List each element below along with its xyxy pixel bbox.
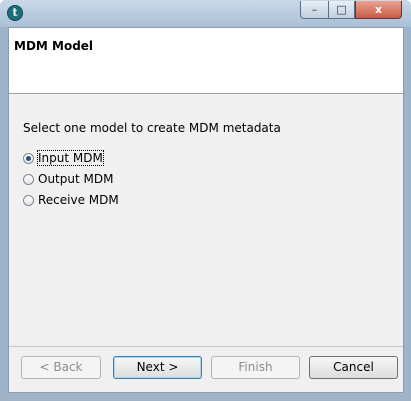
maximize-button[interactable]: □ <box>328 1 355 19</box>
next-button[interactable]: Next > <box>113 356 202 379</box>
app-icon: t <box>7 5 23 21</box>
radio-label[interactable]: Input MDM <box>37 150 104 166</box>
radio-label[interactable]: Receive MDM <box>38 193 119 207</box>
wizard-client-area: MDM Model Select one model to create MDM… <box>8 27 404 393</box>
radio-button[interactable] <box>23 194 34 206</box>
finish-button[interactable]: Finish <box>211 356 300 379</box>
radio-button[interactable] <box>23 152 34 164</box>
radio-button[interactable] <box>23 173 34 185</box>
back-button[interactable]: < Back <box>21 356 101 379</box>
cancel-button[interactable]: Cancel <box>309 356 398 379</box>
page-title: MDM Model <box>14 39 94 53</box>
wizard-header: MDM Model <box>9 28 403 94</box>
radio-receive-mdm[interactable]: Receive MDM <box>23 192 119 208</box>
wizard-body: Select one model to create MDM metadata … <box>9 94 403 346</box>
instruction-text: Select one model to create MDM metadata <box>23 121 281 135</box>
minimize-button[interactable]: – <box>300 1 329 19</box>
radio-label[interactable]: Output MDM <box>38 172 113 186</box>
footer-divider <box>9 346 403 347</box>
wizard-window: t – □ x MDM Model Select one model to cr… <box>0 0 411 401</box>
radio-input-mdm[interactable]: Input MDM <box>23 150 104 166</box>
close-button[interactable]: x <box>355 1 402 19</box>
radio-output-mdm[interactable]: Output MDM <box>23 171 113 187</box>
